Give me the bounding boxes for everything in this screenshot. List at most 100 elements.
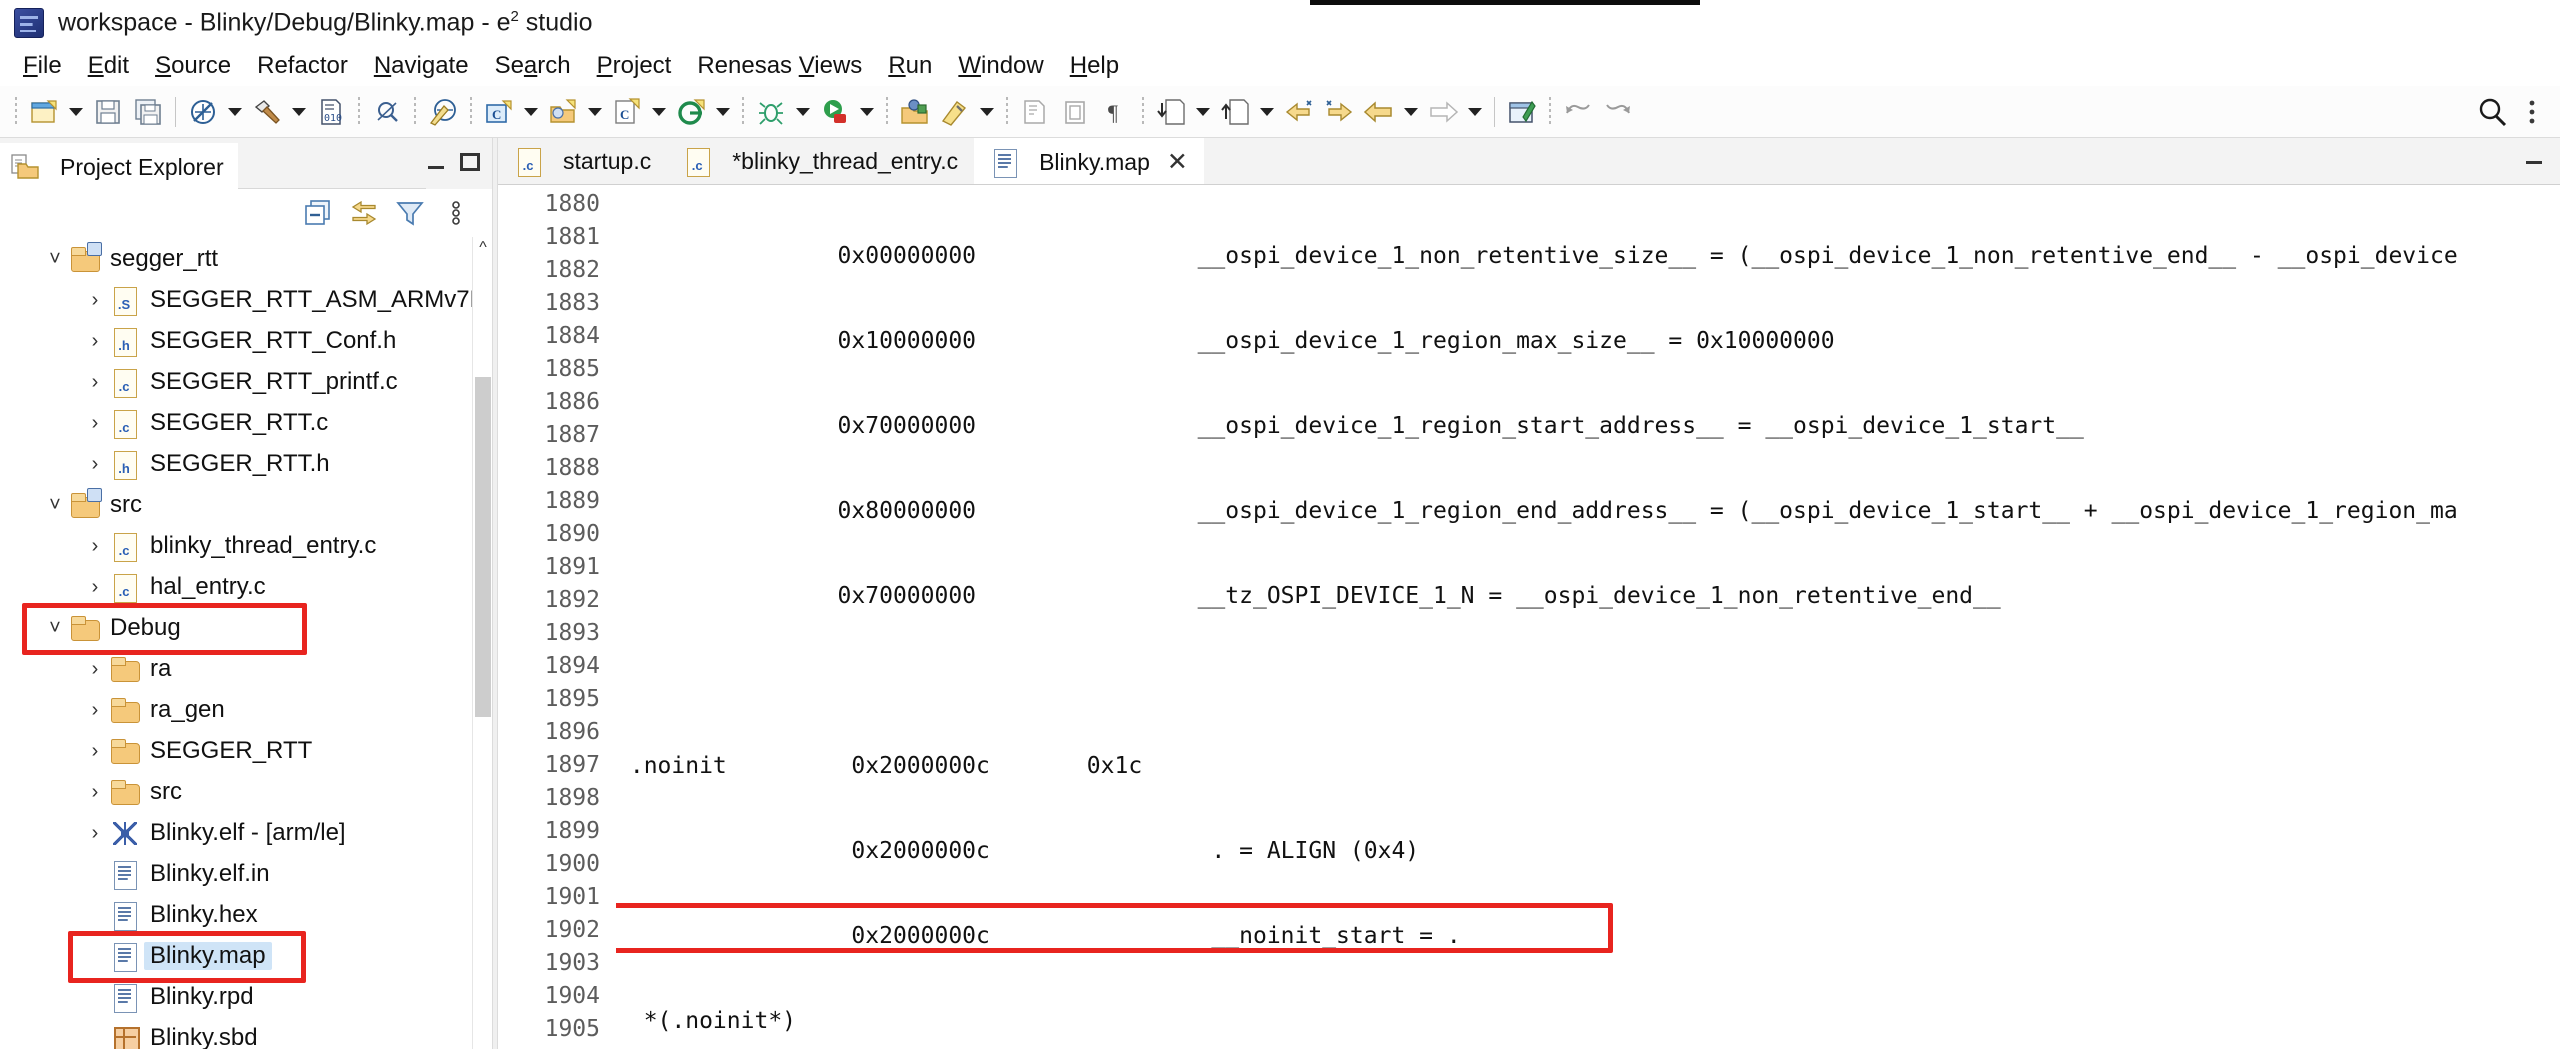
marker-dropdown-arrow[interactable] bbox=[975, 92, 999, 132]
menu-source[interactable]: Source bbox=[142, 50, 244, 82]
back-nav-dropdown-arrow[interactable] bbox=[1399, 92, 1423, 132]
tab-project-explorer[interactable]: Project Explorer bbox=[0, 143, 238, 189]
open-resource-icon[interactable] bbox=[895, 92, 935, 132]
forward-history-icon[interactable] bbox=[1319, 92, 1359, 132]
toggle-block-selection-icon[interactable] bbox=[1015, 92, 1055, 132]
twisty-collapsed-icon[interactable]: › bbox=[82, 328, 108, 354]
menu-run[interactable]: Run bbox=[875, 50, 945, 82]
view-menu-icon[interactable] bbox=[436, 193, 476, 233]
renesas-target-dropdown-arrow[interactable] bbox=[711, 92, 735, 132]
save-icon[interactable] bbox=[88, 92, 128, 132]
tree-item-segger-rtt-conf-h[interactable]: › .h SEGGER_RTT_Conf.h bbox=[0, 321, 492, 362]
scrollbar-thumb[interactable] bbox=[475, 377, 491, 717]
tree-item-blinky-rpd[interactable]: › Blinky.rpd bbox=[0, 977, 492, 1018]
debug-bug-icon[interactable] bbox=[751, 92, 791, 132]
tree-item-ra_gen[interactable]: › ra_gen bbox=[0, 690, 492, 731]
tree-item-segger-rtt-asm[interactable]: › .S SEGGER_RTT_ASM_ARMv7M. bbox=[0, 280, 492, 321]
back-nav-icon[interactable] bbox=[1359, 92, 1399, 132]
menu-navigate[interactable]: Navigate bbox=[361, 50, 482, 82]
tree-item-debug[interactable]: ˅ Debug bbox=[0, 608, 492, 649]
build-hammer-icon[interactable] bbox=[247, 92, 287, 132]
tree-item-src[interactable]: ˅ src bbox=[0, 485, 492, 526]
twisty-expanded-icon[interactable]: ˅ bbox=[42, 615, 68, 641]
tree-item-ra[interactable]: › ra bbox=[0, 649, 492, 690]
tree-item-blinky-thread-entry-c[interactable]: › .c blinky_thread_entry.c bbox=[0, 526, 492, 567]
twisty-collapsed-icon[interactable]: › bbox=[82, 369, 108, 395]
code-content[interactable]: 0x00000000 __ospi_device_1_non_retentive… bbox=[616, 185, 2560, 1049]
tree-item-segger-rtt-printf-c[interactable]: › .c SEGGER_RTT_printf.c bbox=[0, 362, 492, 403]
save-all-icon[interactable] bbox=[128, 92, 168, 132]
open-perspective-icon[interactable] bbox=[1502, 92, 1542, 132]
filter-icon[interactable] bbox=[390, 193, 430, 233]
new-c-file-dropdown-arrow[interactable] bbox=[647, 92, 671, 132]
tree-item-segger_rtt[interactable]: ˅ segger_rtt bbox=[0, 239, 492, 280]
new-c-project-icon[interactable]: C bbox=[479, 92, 519, 132]
twisty-collapsed-icon[interactable]: › bbox=[82, 574, 108, 600]
minimize-editor-icon[interactable] bbox=[2524, 147, 2544, 167]
tree-item-segger-rtt-folder[interactable]: › SEGGER_RTT bbox=[0, 731, 492, 772]
tab-blinky-thread-entry-c[interactable]: .c *blinky_thread_entry.c bbox=[667, 138, 974, 184]
tree-item-blinky-map[interactable]: › Blinky.map bbox=[0, 936, 492, 977]
tree-item-src-debug[interactable]: › src bbox=[0, 772, 492, 813]
new-folder-dropdown-arrow[interactable] bbox=[583, 92, 607, 132]
new-c-project-dropdown-arrow[interactable] bbox=[519, 92, 543, 132]
close-icon[interactable]: ✕ bbox=[1167, 147, 1188, 177]
scroll-up-arrow-icon[interactable]: ^ bbox=[473, 237, 492, 259]
search-magnifier-icon[interactable] bbox=[367, 92, 407, 132]
next-annotation-icon[interactable] bbox=[1151, 92, 1191, 132]
minimize-view-icon[interactable] bbox=[426, 152, 446, 172]
menu-file[interactable]: File bbox=[10, 50, 75, 82]
menu-refactor[interactable]: Refactor bbox=[244, 50, 361, 82]
new-dropdown-arrow[interactable] bbox=[64, 92, 88, 132]
twisty-collapsed-icon[interactable]: › bbox=[82, 533, 108, 559]
menu-window[interactable]: Window bbox=[945, 50, 1056, 82]
twisty-collapsed-icon[interactable]: › bbox=[82, 656, 108, 682]
twisty-collapsed-icon[interactable]: › bbox=[82, 410, 108, 436]
twisty-collapsed-icon[interactable]: › bbox=[82, 287, 108, 313]
overflow-menu-icon[interactable] bbox=[2512, 92, 2552, 132]
quick-access-search-icon[interactable] bbox=[2472, 92, 2512, 132]
redo-icon[interactable] bbox=[1598, 92, 1638, 132]
debug-icon[interactable] bbox=[183, 92, 223, 132]
twisty-collapsed-icon[interactable]: › bbox=[82, 451, 108, 477]
twisty-collapsed-icon[interactable]: › bbox=[82, 697, 108, 723]
menu-edit[interactable]: Edit bbox=[75, 50, 142, 82]
back-history-icon[interactable] bbox=[1279, 92, 1319, 132]
debug-bug-dropdown-arrow[interactable] bbox=[791, 92, 815, 132]
edit-pencil-icon[interactable] bbox=[423, 92, 463, 132]
previous-annotation-icon[interactable] bbox=[1215, 92, 1255, 132]
tree-item-hal-entry-c[interactable]: › .c hal_entry.c bbox=[0, 567, 492, 608]
new-folder-icon[interactable] bbox=[543, 92, 583, 132]
menu-renesas-views[interactable]: Renesas Views bbox=[684, 50, 875, 82]
new-c-file-icon[interactable]: C bbox=[607, 92, 647, 132]
tree-item-segger-rtt-c[interactable]: › .c SEGGER_RTT.c bbox=[0, 403, 492, 444]
run-stop-dropdown-arrow[interactable] bbox=[855, 92, 879, 132]
binary-d10-icon[interactable]: 010 bbox=[311, 92, 351, 132]
menu-help[interactable]: Help bbox=[1057, 50, 1132, 82]
menu-project[interactable]: Project bbox=[584, 50, 685, 82]
marker-pen-icon[interactable] bbox=[935, 92, 975, 132]
editor-body[interactable]: 1880 1881 1882 1883 1884 1885 1886 1887 … bbox=[498, 185, 2560, 1049]
twisty-collapsed-icon[interactable]: › bbox=[82, 820, 108, 846]
tree-item-blinky-hex[interactable]: › Blinky.hex bbox=[0, 895, 492, 936]
maximize-view-icon[interactable] bbox=[460, 153, 480, 171]
tree-item-blinky-elf-in[interactable]: › Blinky.elf.in bbox=[0, 854, 492, 895]
twisty-collapsed-icon[interactable]: › bbox=[82, 738, 108, 764]
project-tree-scrollbar[interactable]: ^ bbox=[472, 237, 492, 1049]
tab-blinky-map[interactable]: Blinky.map ✕ bbox=[974, 138, 1204, 184]
twisty-collapsed-icon[interactable]: › bbox=[82, 779, 108, 805]
run-stop-icon[interactable] bbox=[815, 92, 855, 132]
project-tree[interactable]: ˅ segger_rtt › .S SEGGER_RTT_ASM_ARMv7M.… bbox=[0, 237, 492, 1049]
undo-icon[interactable] bbox=[1558, 92, 1598, 132]
new-file-icon[interactable] bbox=[24, 92, 64, 132]
show-whitespace-icon[interactable] bbox=[1055, 92, 1095, 132]
pilcrow-icon[interactable]: ¶ bbox=[1095, 92, 1135, 132]
tree-item-blinky-sbd[interactable]: › Blinky.sbd bbox=[0, 1018, 492, 1049]
collapse-all-icon[interactable] bbox=[298, 193, 338, 233]
next-annotation-dropdown-arrow[interactable] bbox=[1191, 92, 1215, 132]
twisty-expanded-icon[interactable]: ˅ bbox=[42, 246, 68, 272]
tab-startup-c[interactable]: .c startup.c bbox=[498, 138, 667, 184]
debug-dropdown-arrow[interactable] bbox=[223, 92, 247, 132]
forward-nav-dropdown-arrow[interactable] bbox=[1463, 92, 1487, 132]
menu-search[interactable]: Search bbox=[482, 50, 584, 82]
